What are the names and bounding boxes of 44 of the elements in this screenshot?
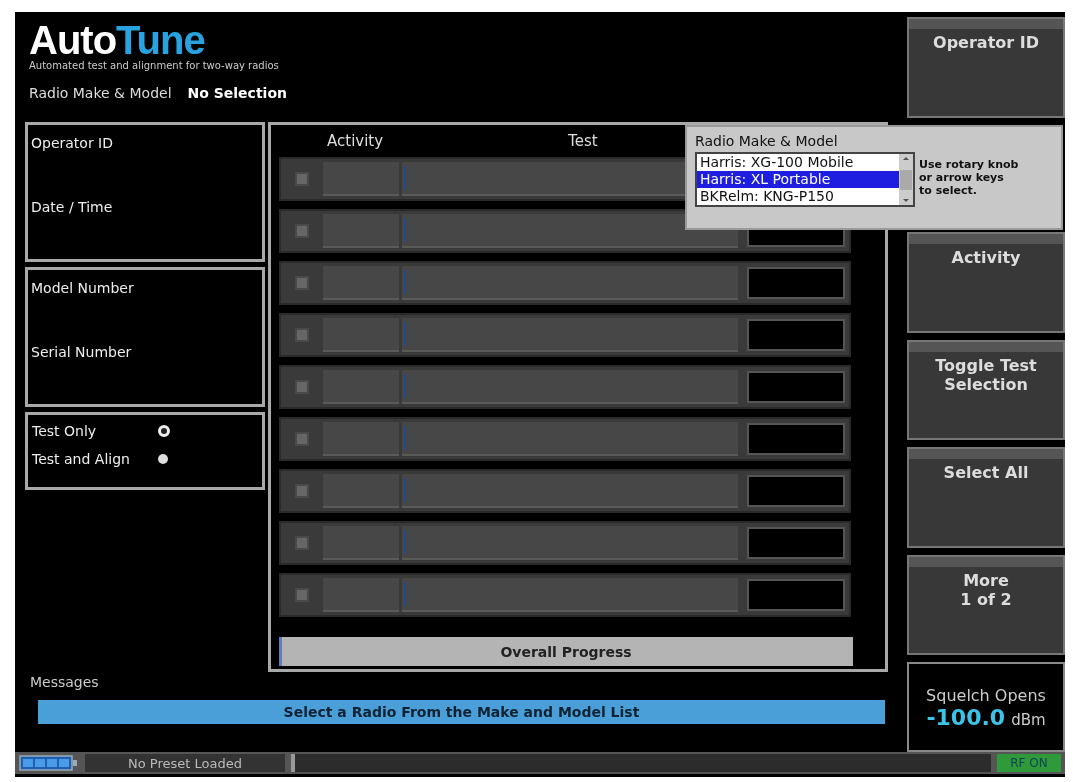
radio-button[interactable] bbox=[158, 454, 168, 464]
autotune-logo: AutoTune bbox=[29, 20, 205, 60]
message-bar: Select a Radio From the Make and Model List bbox=[38, 700, 885, 724]
field-label: Serial Number bbox=[31, 344, 133, 360]
field-label: Operator ID bbox=[31, 135, 115, 151]
checkbox[interactable] bbox=[295, 276, 309, 290]
field-label: Date / Time bbox=[31, 199, 114, 215]
progress-label: Overall Progress bbox=[500, 643, 632, 660]
model-option[interactable]: BKRelm: KNG-P150 bbox=[697, 188, 899, 205]
column-header: Activity bbox=[327, 132, 384, 150]
battery-icon bbox=[19, 755, 79, 771]
mode-label: Test Only bbox=[32, 423, 98, 439]
softkey-button[interactable]: Toggle Test Selection bbox=[907, 339, 1065, 441]
mode-label: Test and Align bbox=[32, 451, 131, 467]
softkey-button[interactable]: Activity bbox=[907, 232, 1065, 333]
field-label: Model Number bbox=[31, 280, 135, 296]
squelch-unit: dBm bbox=[1011, 711, 1046, 730]
model-option[interactable]: Harris: XL Portable bbox=[697, 171, 899, 188]
checkbox[interactable] bbox=[295, 328, 309, 342]
radio-model-label: Radio Make & Model bbox=[29, 85, 172, 101]
popup-title: Radio Make & Model bbox=[695, 133, 839, 149]
checkbox[interactable] bbox=[295, 484, 309, 498]
checkbox[interactable] bbox=[295, 588, 309, 602]
checkbox[interactable] bbox=[295, 224, 309, 238]
rf-status: RF ON bbox=[997, 754, 1061, 772]
subtitle: Automated test and alignment for two-way radios bbox=[29, 60, 280, 71]
softkey-button[interactable]: Operator ID bbox=[907, 17, 1065, 118]
squelch-label: Squelch Opens bbox=[925, 686, 1047, 706]
softkey-button[interactable]: More 1 of 2 bbox=[907, 554, 1065, 656]
preset-status: No Preset Loaded bbox=[85, 754, 285, 772]
messages-label: Messages bbox=[30, 674, 100, 690]
scrollbar[interactable] bbox=[899, 154, 913, 205]
radio-model-value: No Selection bbox=[187, 85, 287, 101]
model-list[interactable]: Harris: XG-100 Mobile Harris: XL Portable BKRelm: KNG-P150 bbox=[695, 152, 915, 207]
squelch-value: -100.0 bbox=[926, 705, 1006, 731]
radio-button[interactable] bbox=[158, 425, 170, 437]
checkbox[interactable] bbox=[295, 536, 309, 550]
checkbox[interactable] bbox=[295, 432, 309, 446]
softkey-button[interactable]: Select All bbox=[907, 447, 1065, 548]
checkbox[interactable] bbox=[295, 172, 309, 186]
checkbox[interactable] bbox=[295, 380, 309, 394]
model-option[interactable]: Harris: XG-100 Mobile bbox=[697, 154, 899, 171]
popup-hint: Use rotary knob or arrow keys to select. bbox=[919, 157, 1019, 199]
column-header: Test bbox=[568, 132, 598, 150]
